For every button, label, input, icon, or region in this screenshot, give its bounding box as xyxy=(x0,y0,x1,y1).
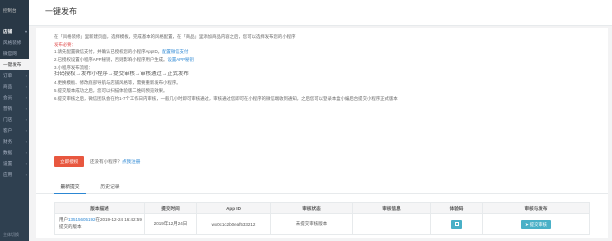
sidebar-item-style[interactable]: 风格装修 xyxy=(0,37,29,48)
col-review-info: 审核信息 xyxy=(353,203,431,213)
sidebar-item-label: 商品 xyxy=(3,84,13,89)
notice-item-6: 6.提交审核之后，微信团队会在约1-7个工作日内审核，一般几小时即可审核通过，审… xyxy=(54,95,398,101)
submit-review-button[interactable]: ➤ 提交审核 xyxy=(521,219,551,229)
chevron-down-icon: ▾ xyxy=(24,29,27,34)
register-question: 还没有小程序？ xyxy=(89,158,122,164)
sidebar-item-finance[interactable]: 财务 › xyxy=(0,136,29,147)
register-prompt: 还没有小程序？点我注册 xyxy=(90,159,141,165)
desc-prefix: 用户 xyxy=(59,217,68,222)
submit-review-label: 提交审核 xyxy=(529,221,547,227)
sidebar-item-settings[interactable]: 设置 › xyxy=(0,158,29,169)
version-tabs: 最新提交 历史记录 xyxy=(36,182,608,194)
publish-flow: 扫码授权→发布小程序→提交审核→审核通过→正式发布 xyxy=(54,71,189,78)
sidebar-item-stores[interactable]: 门店 › xyxy=(0,114,29,125)
col-description: 版本描述 xyxy=(55,203,145,213)
sidebar-item-apps[interactable]: 应用 › xyxy=(0,169,29,180)
publish-notice: 在「风格装修」里新建页面，选择模板，完成基本的风格配置，在「商品」里添加商品内容… xyxy=(54,33,590,102)
row-description: 用户13515605192在2019-12-24 16:42:59提交的版本 xyxy=(55,214,145,234)
notice-intro: 在「风格装修」里新建页面，选择模板，完成基本的风格配置，在「商品」里添加商品内容… xyxy=(54,34,296,39)
notice-item-4: 4.更换模板、修改底部导航与店铺风格等，需要重新发布小程序。 xyxy=(54,80,181,86)
chevron-right-icon: › xyxy=(25,150,27,155)
col-appid: App ID xyxy=(197,203,271,213)
qr-code-button[interactable] xyxy=(451,219,462,229)
desc-user-link[interactable]: 13515605192 xyxy=(68,217,96,222)
sidebar-item-label: 订单 xyxy=(3,73,13,78)
chevron-right-icon: › xyxy=(25,172,27,177)
sidebar-item-label: 门店 xyxy=(3,117,13,122)
sidebar-top-label[interactable]: 控制台 xyxy=(0,0,29,26)
sidebar-item-label: 应用 xyxy=(3,172,13,177)
chevron-right-icon: › xyxy=(25,73,27,78)
notice-pre-title: 发布必要： xyxy=(54,41,76,47)
wechat-pay-link[interactable]: 配置微信支付 xyxy=(162,49,188,54)
chevron-right-icon: › xyxy=(25,161,27,166)
row-review-publish: ➤ 提交审核 xyxy=(483,214,589,234)
app-secret-link[interactable]: 设置APP秘钥 xyxy=(167,57,193,62)
tab-latest[interactable]: 最新提交 xyxy=(54,182,86,194)
chevron-right-icon: › xyxy=(25,117,27,122)
row-review-status: 未提交审核版本 xyxy=(271,214,353,234)
qr-code-icon xyxy=(454,222,459,226)
sidebar-item-label: 设置 xyxy=(3,161,13,166)
main-panel: 在「风格装修」里新建页面，选择模板，完成基本的风格配置，在「商品」里添加商品内容… xyxy=(36,28,608,238)
sidebar-item-shop[interactable]: 店铺 ▾ xyxy=(0,26,29,37)
col-review-status: 审核状态 xyxy=(271,203,353,213)
chevron-right-icon: › xyxy=(25,84,27,89)
row-review-info xyxy=(353,214,431,234)
sidebar-item-orders[interactable]: 订单 › xyxy=(0,70,29,81)
sidebar-item-microsite[interactable]: 微官网 xyxy=(0,48,29,59)
notice-item-1-text: 1.请先配置微信支付，并确认已授权您的小程序AppID。 xyxy=(54,49,163,55)
tab-history[interactable]: 历史记录 xyxy=(94,182,126,194)
sidebar-bottom-link[interactable]: 主体切换 xyxy=(3,232,19,238)
version-table: 版本描述 提交时间 App ID 审核状态 审核信息 体验码 审核与发布 用户1… xyxy=(54,202,590,235)
register-link[interactable]: 点我注册 xyxy=(122,159,140,164)
col-review-publish: 审核与发布 xyxy=(524,206,548,211)
auth-row: 立即授权 还没有小程序？点我注册 xyxy=(54,156,140,168)
sidebar-item-label: 数据 xyxy=(3,150,13,155)
notice-item-2: 2.已授权设置小程序APP秘钥，否则影响小程序用户生成。设置APP秘钥 xyxy=(54,56,590,64)
sidebar-item-marketing[interactable]: 营销 › xyxy=(0,103,29,114)
chevron-right-icon: › xyxy=(25,95,27,100)
sidebar-item-label: 会员 xyxy=(3,95,13,100)
sidebar: 控制台 店铺 ▾ 风格装修 微官网 一键发布 订单 › 商品 › 会员 › 营销 › 门店… xyxy=(0,0,29,241)
sidebar-item-label: 客户 xyxy=(3,128,13,133)
sidebar-item-label: 店铺 xyxy=(3,29,13,34)
notice-item-1: 1.请先配置微信支付，并确认已授权您的小程序AppID。配置微信支付 xyxy=(54,48,590,56)
notice-item-2-text: 2.已授权设置小程序APP秘钥，否则影响小程序用户生成。 xyxy=(54,57,168,63)
row-appid: wx0c1c2b0eaf533212 xyxy=(197,214,271,234)
notice-item-5: 5.提交版本成功之后，您可以扫描体验版二维码预览效果。 xyxy=(54,87,168,93)
row-trial-code xyxy=(431,214,483,234)
chevron-right-icon: › xyxy=(25,128,27,133)
chevron-right-icon: › xyxy=(25,139,27,144)
row-submit-time: 2019年12月24日 xyxy=(145,214,197,234)
sidebar-item-data[interactable]: 数据 › xyxy=(0,147,29,158)
sidebar-item-label: 财务 xyxy=(3,139,13,144)
table-row: 用户13515605192在2019-12-24 16:42:59提交的版本 2… xyxy=(55,214,589,234)
col-submit-time: 提交时间 xyxy=(145,203,197,213)
sidebar-item-customers[interactable]: 客户 › xyxy=(0,125,29,136)
page-title: 一键发布 xyxy=(45,7,77,16)
sidebar-item-label: 营销 xyxy=(3,106,13,111)
sidebar-item-members[interactable]: 会员 › xyxy=(0,92,29,103)
authorize-button[interactable]: 立即授权 xyxy=(54,156,85,167)
notice-item-3: 3.小程序发布流程： xyxy=(54,64,93,70)
sidebar-item-publish[interactable]: 一键发布 xyxy=(0,59,29,70)
chevron-right-icon: › xyxy=(25,106,27,111)
top-header: 一键发布 xyxy=(29,0,612,26)
col-trial-code: 体验码 xyxy=(431,203,483,213)
table-header: 版本描述 提交时间 App ID 审核状态 审核信息 体验码 审核与发布 xyxy=(55,203,589,214)
sidebar-item-goods[interactable]: 商品 › xyxy=(0,81,29,92)
